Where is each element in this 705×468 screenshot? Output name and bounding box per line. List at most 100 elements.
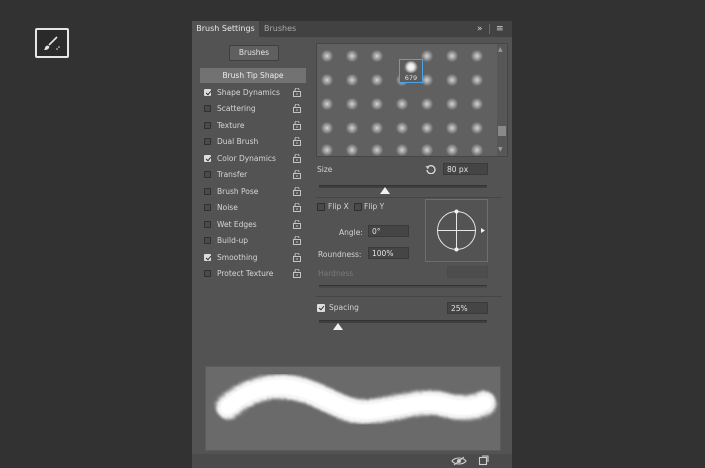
list-item[interactable]: Build-up xyxy=(200,233,308,248)
brush-preset-thumbnail[interactable] xyxy=(446,74,458,86)
checkbox[interactable] xyxy=(204,253,211,261)
flip-y-checkbox[interactable] xyxy=(354,203,362,211)
roundness-field[interactable]: 100% xyxy=(368,247,409,259)
collapse-icon[interactable]: » xyxy=(477,23,483,35)
checkbox[interactable] xyxy=(204,270,211,277)
checkbox[interactable] xyxy=(204,105,211,112)
brush-preset-thumbnail[interactable] xyxy=(321,122,333,134)
list-item[interactable]: Noise xyxy=(200,200,308,215)
preset-scrollbar[interactable]: ▲ ▼ xyxy=(497,44,507,156)
brushes-button[interactable]: Brushes xyxy=(229,45,279,61)
spacing-slider-thumb[interactable] xyxy=(333,323,343,330)
brush-preset-thumbnail[interactable] xyxy=(446,122,458,134)
brush-preset-thumbnail[interactable] xyxy=(346,122,358,134)
lock-icon[interactable] xyxy=(293,87,301,97)
brush-preset-thumbnail[interactable] xyxy=(446,98,458,110)
brush-preset-thumbnail[interactable] xyxy=(471,144,483,156)
brush-preset-thumbnail[interactable] xyxy=(321,98,333,110)
tab-brush-settings[interactable]: Brush Settings xyxy=(192,21,259,37)
list-item[interactable]: Brush Pose xyxy=(200,184,308,199)
brush-preset-thumbnail[interactable] xyxy=(321,50,333,62)
lock-icon[interactable] xyxy=(293,203,301,212)
lock-icon[interactable] xyxy=(293,104,301,113)
list-item[interactable]: Smoothing xyxy=(200,250,308,265)
lock-icon[interactable] xyxy=(293,153,301,163)
panel-footer xyxy=(192,454,512,468)
brush-preset-thumbnail[interactable] xyxy=(396,144,408,156)
checkbox[interactable] xyxy=(204,204,211,211)
scroll-up-icon[interactable]: ▲ xyxy=(498,46,503,53)
brush-preset-thumbnail[interactable] xyxy=(321,74,333,86)
reset-size-icon[interactable] xyxy=(425,164,436,174)
brush-preset-thumbnail[interactable] xyxy=(371,122,383,134)
scrollbar-thumb[interactable] xyxy=(498,126,506,136)
brush-preset-thumbnail[interactable] xyxy=(421,98,433,110)
brush-preset-thumbnail[interactable] xyxy=(396,98,408,110)
panel-menu-icon[interactable]: ≡ xyxy=(496,23,504,35)
list-item[interactable]: Texture xyxy=(200,118,308,133)
brush-preset-thumbnail[interactable] xyxy=(421,144,433,156)
checkbox[interactable] xyxy=(204,171,211,178)
size-field[interactable]: 80 px xyxy=(443,163,488,175)
brush-preset-thumbnail[interactable] xyxy=(371,74,383,86)
selected-brush-preset[interactable]: 679 xyxy=(399,59,423,83)
lock-icon[interactable] xyxy=(293,170,301,179)
brush-preset-thumbnail[interactable] xyxy=(346,144,358,156)
brush-preset-thumbnail[interactable] xyxy=(371,50,383,62)
size-slider[interactable] xyxy=(319,185,487,188)
lock-icon[interactable] xyxy=(293,120,301,130)
spacing-slider[interactable] xyxy=(319,320,487,323)
checkbox[interactable] xyxy=(204,138,211,145)
brush-preset-thumbnail[interactable] xyxy=(471,122,483,134)
lock-icon[interactable] xyxy=(293,269,301,278)
item-label: Dual Brush xyxy=(217,137,259,146)
list-item[interactable]: Transfer xyxy=(200,167,308,182)
new-brush-icon[interactable] xyxy=(478,455,489,466)
brush-preset-grid[interactable]: 679 ▲ ▼ xyxy=(316,43,508,157)
list-item[interactable]: Dual Brush xyxy=(200,134,308,149)
checkbox[interactable] xyxy=(204,88,211,96)
brush-preset-thumbnail[interactable] xyxy=(396,122,408,134)
list-item[interactable]: Wet Edges xyxy=(200,217,308,232)
angle-roundness-widget[interactable] xyxy=(425,199,488,262)
spacing-checkbox[interactable] xyxy=(317,304,325,312)
list-item[interactable]: Color Dynamics xyxy=(200,151,308,166)
brush-preset-thumbnail[interactable] xyxy=(346,98,358,110)
lock-icon[interactable] xyxy=(293,252,301,262)
eye-toggle-icon[interactable] xyxy=(451,456,467,466)
brush-preset-thumbnail[interactable] xyxy=(471,74,483,86)
flip-x-checkbox[interactable] xyxy=(317,203,325,211)
brush-preset-thumbnail[interactable] xyxy=(471,50,483,62)
angle-dial[interactable] xyxy=(426,200,487,261)
spacing-field[interactable]: 25% xyxy=(447,302,488,314)
brush-preset-thumbnail[interactable] xyxy=(371,98,383,110)
angle-field[interactable]: 0° xyxy=(368,225,409,237)
tab-brushes[interactable]: Brushes xyxy=(264,21,296,37)
lock-icon[interactable] xyxy=(293,219,301,229)
lock-icon[interactable] xyxy=(293,236,301,245)
flip-y-label: Flip Y xyxy=(364,202,385,211)
scroll-down-icon[interactable]: ▼ xyxy=(498,146,503,153)
checkbox[interactable] xyxy=(204,121,211,129)
lock-icon[interactable] xyxy=(293,186,301,196)
checkbox[interactable] xyxy=(204,154,211,162)
brush-preset-thumbnail[interactable] xyxy=(446,144,458,156)
brush-tip-shape-item[interactable]: Brush Tip Shape xyxy=(200,68,306,83)
checkbox[interactable] xyxy=(204,187,211,195)
brush-preset-thumbnail[interactable] xyxy=(371,144,383,156)
list-item[interactable]: Protect Texture xyxy=(200,266,308,281)
brush-preset-thumbnail[interactable] xyxy=(421,122,433,134)
checkbox[interactable] xyxy=(204,237,211,244)
brush-preset-thumbnail[interactable] xyxy=(346,50,358,62)
size-slider-thumb[interactable] xyxy=(380,187,390,194)
lock-icon[interactable] xyxy=(293,137,301,146)
brush-preset-thumbnail[interactable] xyxy=(346,74,358,86)
brush-tool-button[interactable] xyxy=(35,28,69,58)
list-item[interactable]: Shape Dynamics xyxy=(200,85,308,100)
brush-preset-thumbnail[interactable] xyxy=(471,98,483,110)
item-label: Texture xyxy=(217,120,245,130)
brush-preset-thumbnail[interactable] xyxy=(321,144,333,156)
brush-preset-thumbnail[interactable] xyxy=(446,50,458,62)
list-item[interactable]: Scattering xyxy=(200,101,308,116)
checkbox[interactable] xyxy=(204,220,211,228)
